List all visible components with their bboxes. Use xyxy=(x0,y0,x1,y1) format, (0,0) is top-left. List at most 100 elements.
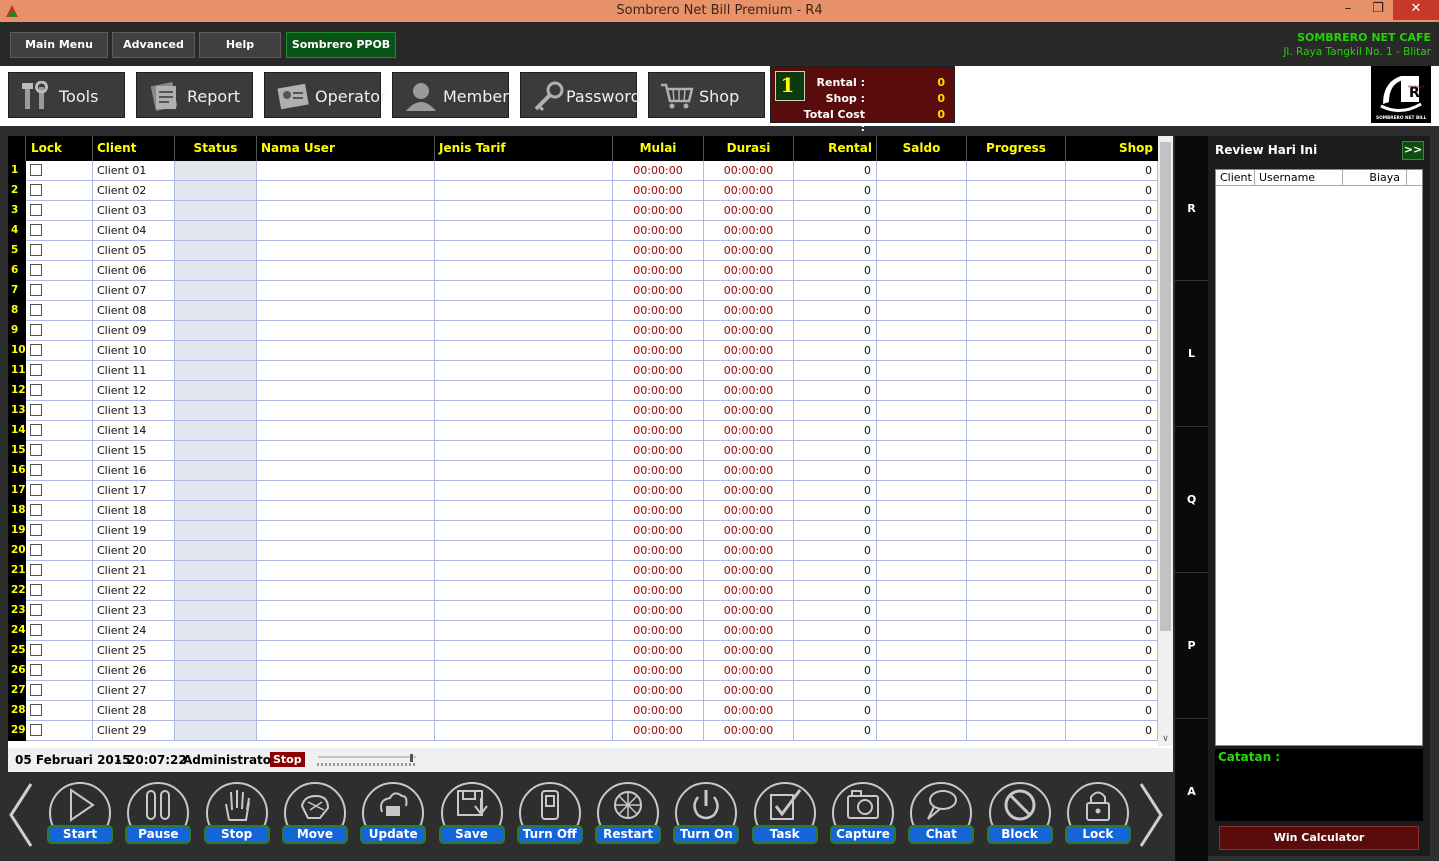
table-row[interactable]: 24 Client 24 00:00:00 00:00:00 0 0 xyxy=(8,621,1158,641)
save-button[interactable]: Save xyxy=(438,780,505,856)
lock-checkbox[interactable] xyxy=(30,704,42,716)
capture-button[interactable]: Capture xyxy=(830,780,896,856)
side-button-l[interactable]: L xyxy=(1175,347,1208,360)
table-row[interactable]: 22 Client 22 00:00:00 00:00:00 0 0 xyxy=(8,581,1158,601)
move-button[interactable]: Move xyxy=(281,780,348,856)
lock-checkbox[interactable] xyxy=(30,264,42,276)
header-nama-user[interactable]: Nama User xyxy=(257,136,435,161)
restore-button[interactable]: ❐ xyxy=(1363,0,1393,20)
lock-checkbox[interactable] xyxy=(30,464,42,476)
notes-box[interactable]: Catatan : xyxy=(1215,749,1423,821)
chevron-right-icon[interactable] xyxy=(1137,782,1165,848)
table-row[interactable]: 15 Client 15 00:00:00 00:00:00 0 0 xyxy=(8,441,1158,461)
grid-scrollbar[interactable]: ∨ xyxy=(1158,136,1173,746)
table-row[interactable]: 5 Client 05 00:00:00 00:00:00 0 0 xyxy=(8,241,1158,261)
header-durasi[interactable]: Durasi xyxy=(704,136,794,161)
scroll-down-arrow-icon[interactable]: ∨ xyxy=(1158,734,1173,746)
lock-checkbox[interactable] xyxy=(30,544,42,556)
header-rental[interactable]: Rental xyxy=(794,136,877,161)
lock-checkbox[interactable] xyxy=(30,424,42,436)
tools-button[interactable]: Tools xyxy=(8,72,125,118)
table-row[interactable]: 10 Client 10 00:00:00 00:00:00 0 0 xyxy=(8,341,1158,361)
update-button[interactable]: Update xyxy=(360,780,427,856)
lock-checkbox[interactable] xyxy=(30,404,42,416)
operator-button[interactable]: Operator xyxy=(264,72,387,118)
restart-button[interactable]: Restart xyxy=(595,780,662,856)
table-row[interactable]: 26 Client 26 00:00:00 00:00:00 0 0 xyxy=(8,661,1158,681)
lock-checkbox[interactable] xyxy=(30,524,42,536)
table-row[interactable]: 29 Client 29 00:00:00 00:00:00 0 0 xyxy=(8,721,1158,741)
table-row[interactable]: 2 Client 02 00:00:00 00:00:00 0 0 xyxy=(8,181,1158,201)
minimize-button[interactable]: – xyxy=(1333,0,1363,20)
win-calculator-button[interactable]: Win Calculator xyxy=(1219,826,1419,850)
table-row[interactable]: 17 Client 17 00:00:00 00:00:00 0 0 xyxy=(8,481,1158,501)
lock-checkbox[interactable] xyxy=(30,644,42,656)
lock-checkbox[interactable] xyxy=(30,204,42,216)
side-button-r[interactable]: R xyxy=(1175,202,1208,215)
table-row[interactable]: 23 Client 23 00:00:00 00:00:00 0 0 xyxy=(8,601,1158,621)
header-progress[interactable]: Progress xyxy=(967,136,1066,161)
lock-checkbox[interactable] xyxy=(30,664,42,676)
table-row[interactable]: 25 Client 25 00:00:00 00:00:00 0 0 xyxy=(8,641,1158,661)
table-row[interactable]: 18 Client 18 00:00:00 00:00:00 0 0 xyxy=(8,501,1158,521)
table-row[interactable]: 12 Client 12 00:00:00 00:00:00 0 0 xyxy=(8,381,1158,401)
table-row[interactable]: 14 Client 14 00:00:00 00:00:00 0 0 xyxy=(8,421,1158,441)
header-client[interactable]: Client xyxy=(93,136,175,161)
advanced-button[interactable]: Advanced xyxy=(112,32,195,58)
review-col-client[interactable]: Client xyxy=(1216,170,1255,186)
lock-checkbox[interactable] xyxy=(30,244,42,256)
lock-checkbox[interactable] xyxy=(30,444,42,456)
review-list[interactable]: Client Username Biaya xyxy=(1215,169,1423,746)
table-row[interactable]: 13 Client 13 00:00:00 00:00:00 0 0 xyxy=(8,401,1158,421)
chevron-left-icon[interactable] xyxy=(7,782,35,848)
header-saldo[interactable]: Saldo xyxy=(877,136,967,161)
stop-button[interactable]: Stop xyxy=(203,780,270,856)
table-row[interactable]: 6 Client 06 00:00:00 00:00:00 0 0 xyxy=(8,261,1158,281)
ppob-button[interactable]: Sombrero PPOB xyxy=(286,32,396,58)
table-row[interactable]: 4 Client 04 00:00:00 00:00:00 0 0 xyxy=(8,221,1158,241)
lock-checkbox[interactable] xyxy=(30,284,42,296)
lock-checkbox[interactable] xyxy=(30,304,42,316)
table-row[interactable]: 11 Client 11 00:00:00 00:00:00 0 0 xyxy=(8,361,1158,381)
table-row[interactable]: 8 Client 08 00:00:00 00:00:00 0 0 xyxy=(8,301,1158,321)
turn-on-button[interactable]: Turn On xyxy=(673,780,740,856)
side-button-q[interactable]: Q xyxy=(1175,493,1208,506)
header-status[interactable]: Status xyxy=(175,136,257,161)
table-row[interactable]: 21 Client 21 00:00:00 00:00:00 0 0 xyxy=(8,561,1158,581)
review-col-biaya[interactable]: Biaya xyxy=(1343,170,1407,186)
table-row[interactable]: 1 Client 01 00:00:00 00:00:00 0 0 xyxy=(8,161,1158,181)
lock-checkbox[interactable] xyxy=(30,364,42,376)
lock-button[interactable]: Lock xyxy=(1064,780,1131,856)
table-row[interactable]: 7 Client 07 00:00:00 00:00:00 0 0 xyxy=(8,281,1158,301)
password-button[interactable]: Password xyxy=(520,72,641,118)
header-mulai[interactable]: Mulai xyxy=(613,136,704,161)
member-button[interactable]: Member xyxy=(392,72,509,118)
side-button-p[interactable]: P xyxy=(1175,639,1208,652)
lock-checkbox[interactable] xyxy=(30,724,42,736)
table-row[interactable]: 20 Client 20 00:00:00 00:00:00 0 0 xyxy=(8,541,1158,561)
lock-checkbox[interactable] xyxy=(30,604,42,616)
lock-checkbox[interactable] xyxy=(30,164,42,176)
lock-checkbox[interactable] xyxy=(30,224,42,236)
start-button[interactable]: Start xyxy=(47,780,113,856)
report-button[interactable]: Report xyxy=(136,72,253,118)
main-menu-button[interactable]: Main Menu xyxy=(10,32,108,58)
lock-checkbox[interactable] xyxy=(30,504,42,516)
pause-button[interactable]: Pause xyxy=(125,780,192,856)
block-button[interactable]: Block xyxy=(986,780,1053,856)
header-jenis-tarif[interactable]: Jenis Tarif xyxy=(435,136,613,161)
lock-checkbox[interactable] xyxy=(30,484,42,496)
lock-checkbox[interactable] xyxy=(30,384,42,396)
lock-checkbox[interactable] xyxy=(30,344,42,356)
table-row[interactable]: 28 Client 28 00:00:00 00:00:00 0 0 xyxy=(8,701,1158,721)
scrollbar-thumb[interactable] xyxy=(1160,142,1171,631)
lock-checkbox[interactable] xyxy=(30,684,42,696)
task-button[interactable]: Task xyxy=(751,780,818,856)
side-button-a[interactable]: A xyxy=(1175,785,1208,798)
header-lock[interactable]: Lock xyxy=(26,136,93,161)
help-button[interactable]: Help xyxy=(199,32,281,58)
volume-slider[interactable] xyxy=(316,754,420,768)
lock-checkbox[interactable] xyxy=(30,324,42,336)
table-row[interactable]: 9 Client 09 00:00:00 00:00:00 0 0 xyxy=(8,321,1158,341)
review-expand-button[interactable]: >> xyxy=(1402,141,1424,160)
